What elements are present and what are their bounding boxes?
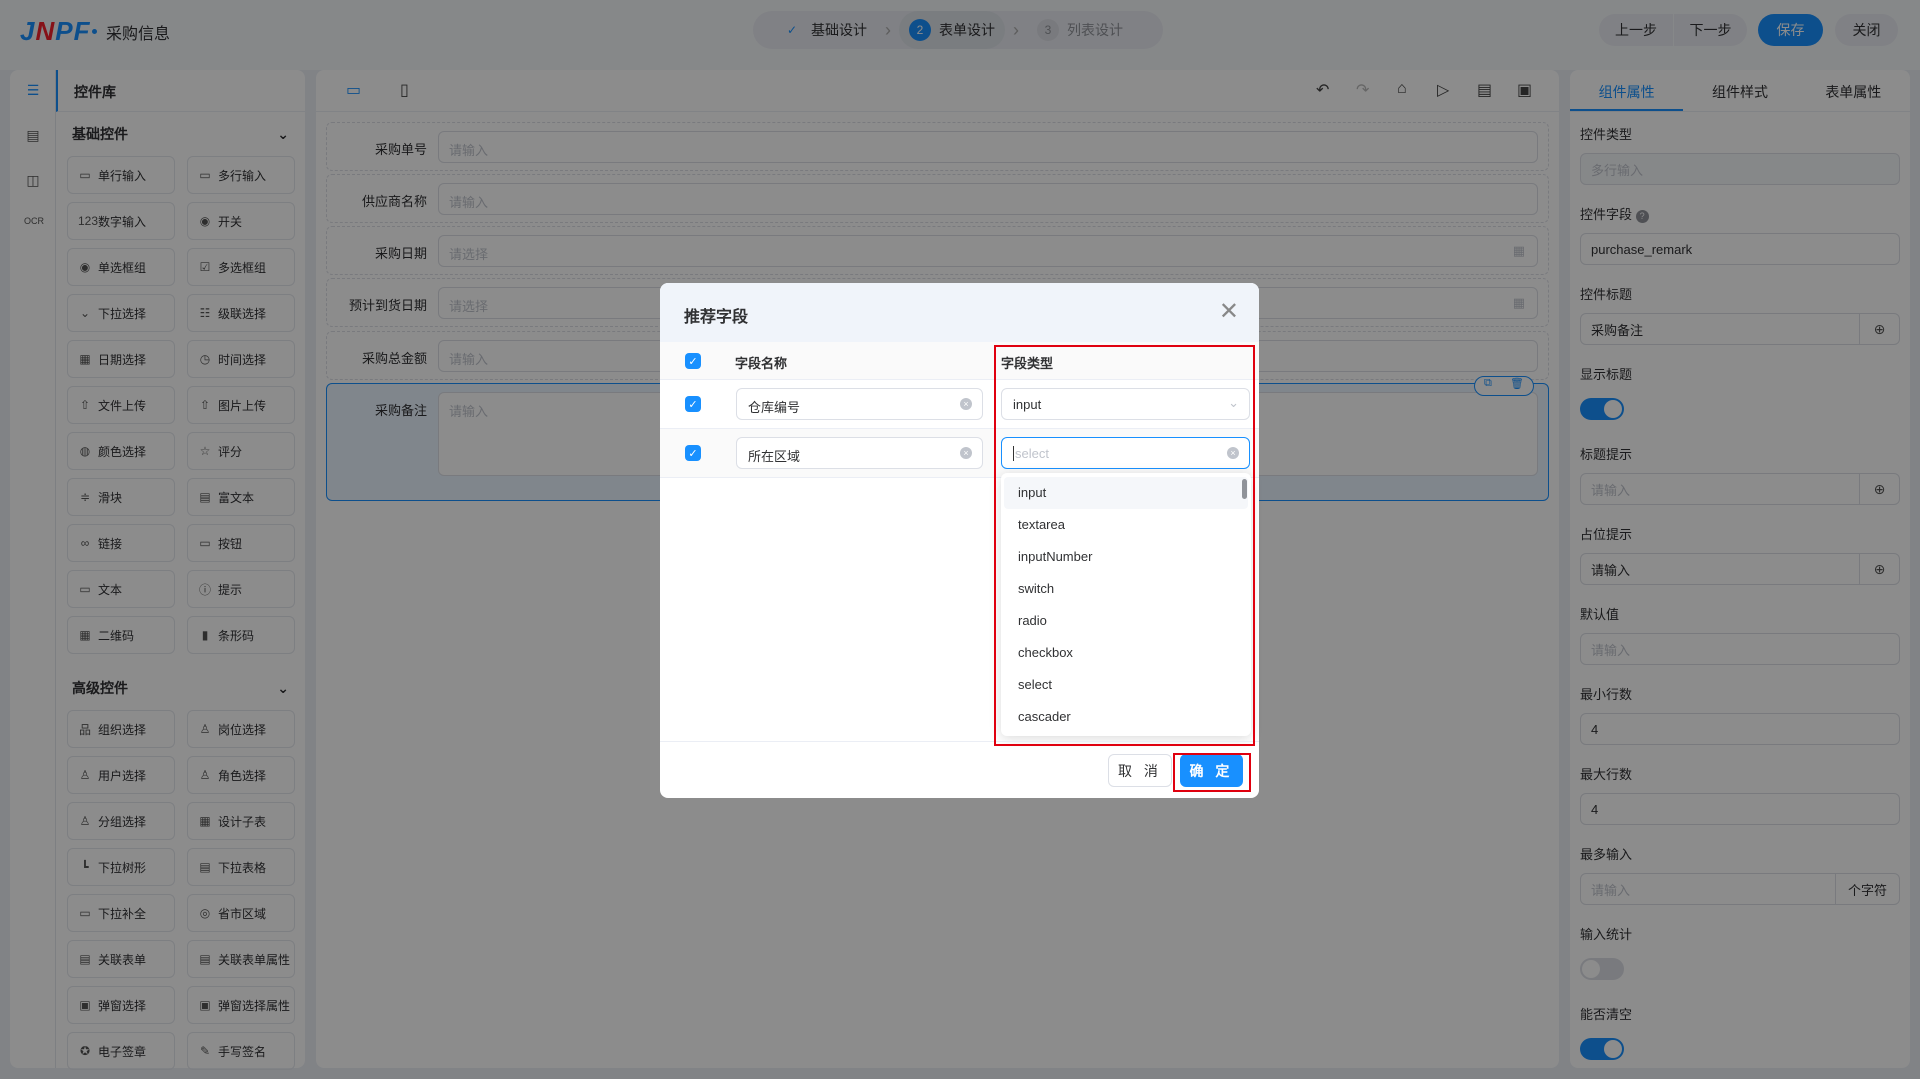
row-checkbox[interactable]: ✓: [685, 445, 701, 461]
field-name-input[interactable]: 所在区域 ×: [736, 437, 983, 469]
cancel-button[interactable]: 取 消: [1108, 754, 1172, 787]
value: 仓库编号: [748, 400, 801, 415]
close-icon[interactable]: ✕: [1219, 297, 1239, 326]
col-name-header: 字段名称: [735, 356, 788, 371]
recommend-fields-dialog: 推荐字段 ✕ ✓ 字段名称 字段类型 ✓ 仓库编号 × input ⌄ ✓ 所在区域 ×…: [660, 283, 1259, 798]
highlight-box-type-column: [994, 345, 1255, 746]
value: 所在区域: [748, 449, 801, 464]
clear-icon[interactable]: ×: [960, 398, 972, 410]
select-all-checkbox[interactable]: ✓: [685, 353, 701, 369]
dialog-header: 推荐字段 ✕: [660, 283, 1259, 342]
highlight-box-confirm: [1173, 753, 1251, 792]
row-checkbox[interactable]: ✓: [685, 396, 701, 412]
clear-icon[interactable]: ×: [960, 447, 972, 459]
dialog-title: 推荐字段: [684, 309, 749, 326]
field-name-input[interactable]: 仓库编号 ×: [736, 388, 983, 420]
